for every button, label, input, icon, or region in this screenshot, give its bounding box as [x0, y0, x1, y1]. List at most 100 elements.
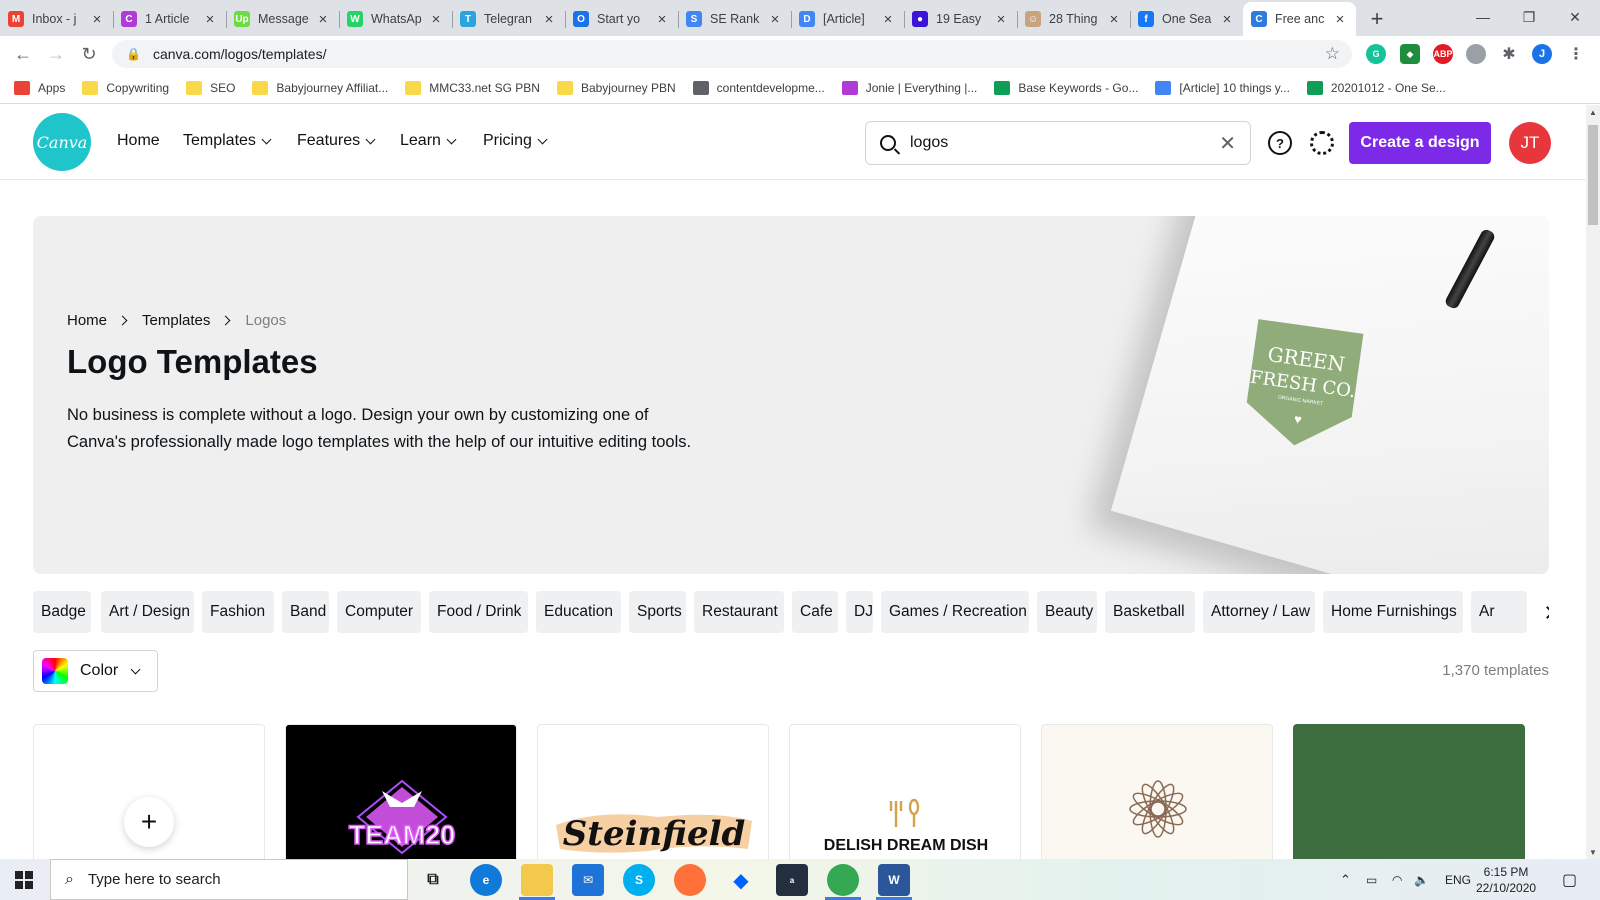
- minimize-button[interactable]: —: [1460, 0, 1506, 34]
- bookmark-item[interactable]: MMC33.net SG PBN: [405, 80, 540, 95]
- language-indicator[interactable]: ENG: [1445, 859, 1471, 900]
- category-chip[interactable]: Food / Drink: [429, 591, 528, 633]
- category-chip[interactable]: Home Furnishings: [1323, 591, 1463, 633]
- create-design-button[interactable]: Create a design: [1349, 122, 1491, 164]
- browser-tab[interactable]: C 1 Article ×: [113, 2, 226, 36]
- browser-tab[interactable]: ☺ 28 Thing ×: [1017, 2, 1130, 36]
- create-blank-card[interactable]: +: [33, 724, 265, 859]
- tab-close-icon[interactable]: ×: [1106, 11, 1122, 28]
- bookmark-item[interactable]: Copywriting: [82, 80, 169, 95]
- category-chip[interactable]: Games / Recreation: [881, 591, 1029, 633]
- extension-icon[interactable]: [1466, 44, 1486, 64]
- tab-close-icon[interactable]: ×: [767, 11, 783, 28]
- tab-close-icon[interactable]: ×: [89, 11, 105, 28]
- browser-tab[interactable]: T Telegran ×: [452, 2, 565, 36]
- amazon-icon[interactable]: a: [776, 864, 808, 896]
- category-chip[interactable]: Restaurant: [694, 591, 784, 633]
- browser-tab[interactable]: W WhatsAp ×: [339, 2, 452, 36]
- template-card-team20[interactable]: TEAM20: [285, 724, 517, 859]
- menu-kebab-icon[interactable]: ⋮: [1566, 44, 1586, 64]
- maximize-button[interactable]: ❐: [1506, 0, 1552, 34]
- bookmark-item[interactable]: SEO: [186, 80, 235, 95]
- adblock-extension-icon[interactable]: ABP: [1433, 44, 1453, 64]
- nav-features[interactable]: Features: [297, 132, 376, 150]
- scroll-up-arrow-icon[interactable]: ▲: [1586, 105, 1600, 119]
- template-card-green[interactable]: [1293, 724, 1525, 859]
- browser-tab[interactable]: M Inbox - j ×: [0, 2, 113, 36]
- browser-tab[interactable]: Up Message ×: [226, 2, 339, 36]
- firefox-icon[interactable]: [674, 864, 706, 896]
- chips-scroll-right-button[interactable]: [1527, 591, 1549, 633]
- tab-close-icon[interactable]: ×: [541, 11, 557, 28]
- address-bar[interactable]: 🔒 canva.com/logos/templates/ ☆: [112, 40, 1352, 68]
- browser-tab[interactable]: ● 19 Easy ×: [904, 2, 1017, 36]
- tab-close-icon[interactable]: ×: [428, 11, 444, 28]
- tab-close-icon[interactable]: ×: [1332, 11, 1348, 28]
- bookmark-item[interactable]: Babyjourney PBN: [556, 80, 676, 95]
- bookmark-item[interactable]: Jonie | Everything |...: [841, 80, 977, 95]
- category-chip[interactable]: Fashion: [202, 591, 274, 633]
- puzzle-extensions-icon[interactable]: ✱: [1499, 44, 1519, 64]
- scroll-down-arrow-icon[interactable]: ▼: [1586, 845, 1600, 859]
- category-chip[interactable]: Band: [282, 591, 329, 633]
- category-chip[interactable]: Beauty: [1037, 591, 1097, 633]
- tab-close-icon[interactable]: ×: [315, 11, 331, 28]
- chrome-icon[interactable]: [827, 864, 859, 896]
- tab-close-icon[interactable]: ×: [654, 11, 670, 28]
- tab-close-icon[interactable]: ×: [993, 11, 1009, 28]
- grammarly-extension-icon[interactable]: G: [1366, 44, 1386, 64]
- bookmark-star-icon[interactable]: ☆: [1325, 44, 1340, 64]
- tab-close-icon[interactable]: ×: [1219, 11, 1235, 28]
- category-chip[interactable]: Cafe: [792, 591, 838, 633]
- bookmark-item[interactable]: Babyjourney Affiliat...: [252, 80, 388, 95]
- page-scrollbar[interactable]: ▲ ▼: [1586, 105, 1600, 859]
- taskbar-search-box[interactable]: ⌕ Type here to search: [50, 859, 408, 900]
- wifi-icon[interactable]: ◠: [1392, 859, 1402, 900]
- tab-close-icon[interactable]: ×: [202, 11, 218, 28]
- settings-gear-icon[interactable]: [1310, 131, 1334, 155]
- nav-home[interactable]: Home: [117, 132, 160, 150]
- back-button[interactable]: ←: [11, 42, 35, 66]
- category-chip[interactable]: Attorney / Law: [1203, 591, 1315, 633]
- edge-icon[interactable]: e: [470, 864, 502, 896]
- nav-pricing[interactable]: Pricing: [483, 132, 548, 150]
- browser-tab[interactable]: D [Article] ×: [791, 2, 904, 36]
- browser-tab[interactable]: C Free anc ×: [1243, 2, 1356, 36]
- word-icon[interactable]: W: [878, 864, 910, 896]
- nav-templates[interactable]: Templates: [183, 132, 272, 150]
- tab-close-icon[interactable]: ×: [880, 11, 896, 28]
- volume-icon[interactable]: 🔈: [1414, 859, 1429, 900]
- category-chip[interactable]: DJ: [846, 591, 873, 633]
- category-chip[interactable]: Ar: [1471, 591, 1527, 633]
- forward-button[interactable]: →: [44, 42, 68, 66]
- window-close-button[interactable]: ✕: [1552, 0, 1598, 34]
- template-card-steinfield[interactable]: Steinfield: [537, 724, 769, 859]
- mail-icon[interactable]: ✉: [572, 864, 604, 896]
- file-explorer-icon[interactable]: [521, 864, 553, 896]
- bookmark-item[interactable]: [Article] 10 things y...: [1155, 80, 1290, 95]
- category-chip[interactable]: Sports: [629, 591, 686, 633]
- category-chip[interactable]: Art / Design: [101, 591, 194, 633]
- category-chip[interactable]: Basketball: [1105, 591, 1195, 633]
- help-icon[interactable]: ?: [1268, 131, 1292, 155]
- clock[interactable]: 6:15 PM 22/10/2020: [1476, 859, 1536, 900]
- dropbox-icon[interactable]: ◆: [725, 864, 757, 896]
- browser-tab[interactable]: f One Sea ×: [1130, 2, 1243, 36]
- canva-logo[interactable]: Canva: [33, 113, 91, 171]
- scrollbar-thumb[interactable]: [1588, 125, 1598, 225]
- battery-icon[interactable]: ▭: [1366, 859, 1377, 900]
- notification-icon[interactable]: ▢: [1562, 859, 1577, 900]
- category-chip[interactable]: Education: [536, 591, 621, 633]
- category-chip[interactable]: Badge: [33, 591, 91, 633]
- browser-tab[interactable]: S SE Rank ×: [678, 2, 791, 36]
- browser-tab[interactable]: O Start yo ×: [565, 2, 678, 36]
- bookmark-item[interactable]: 20201012 - One Se...: [1306, 80, 1446, 95]
- nav-learn[interactable]: Learn: [400, 132, 457, 150]
- windows-start-button[interactable]: [0, 859, 48, 900]
- color-filter-button[interactable]: Color: [33, 650, 158, 692]
- bookmark-item[interactable]: Base Keywords - Go...: [994, 80, 1138, 95]
- user-avatar[interactable]: JT: [1509, 122, 1551, 164]
- template-card-delish-dream-dish[interactable]: DELISH DREAM DISH: [789, 724, 1021, 859]
- search-input[interactable]: [910, 134, 1220, 152]
- profile-avatar[interactable]: J: [1532, 44, 1552, 64]
